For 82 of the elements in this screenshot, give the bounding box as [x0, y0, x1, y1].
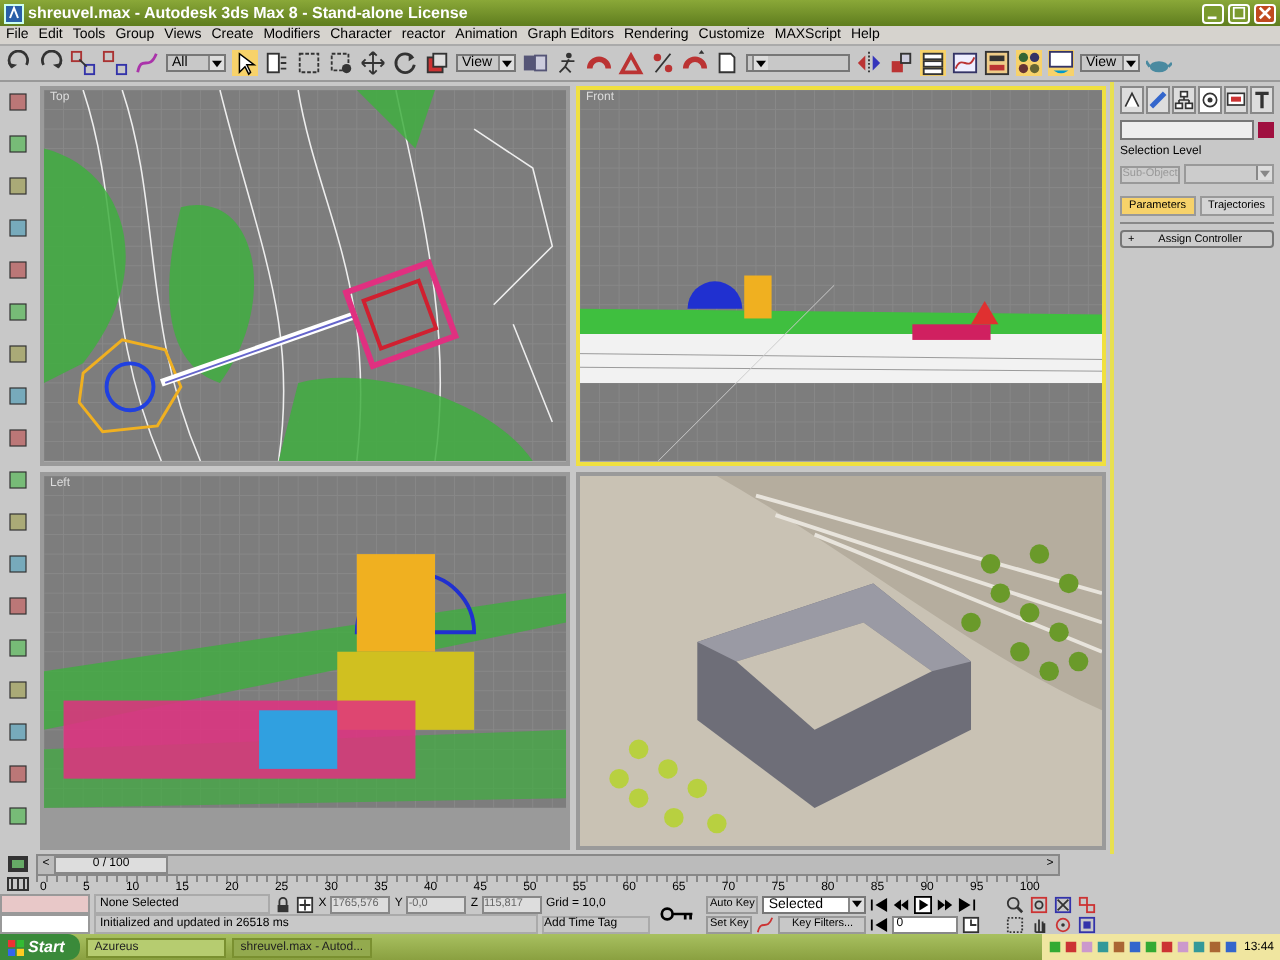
tool-icon[interactable]	[6, 174, 30, 198]
caret-icon	[212, 59, 222, 67]
pivot-center-icon[interactable]	[522, 50, 548, 76]
script-output-field[interactable]	[0, 914, 90, 934]
move-icon[interactable]	[360, 50, 386, 76]
hierarchy-tab-icon[interactable]	[1172, 86, 1196, 114]
schematic-view-icon[interactable]	[984, 50, 1010, 76]
play-icon[interactable]	[914, 895, 933, 913]
figure-icon[interactable]	[554, 50, 580, 76]
rotate-icon[interactable]	[392, 50, 418, 76]
caret-icon	[756, 59, 766, 67]
unlink-icon[interactable]	[102, 50, 128, 76]
close-icon	[1258, 6, 1272, 20]
modify-tab-icon[interactable]	[1146, 86, 1170, 114]
key-curve-icon[interactable]	[756, 915, 775, 933]
object-color-swatch[interactable]	[1258, 122, 1274, 138]
motion-tab-icon[interactable]	[1198, 86, 1222, 114]
caret-icon	[1260, 169, 1270, 177]
app-icon	[4, 3, 24, 23]
tool-icon[interactable]	[6, 342, 30, 366]
maximize-icon	[1232, 6, 1246, 20]
tool-icon[interactable]	[6, 384, 30, 408]
tool-icon[interactable]	[6, 552, 30, 576]
layer-manager-icon[interactable]	[920, 50, 946, 76]
maximize-button[interactable]	[1228, 3, 1250, 23]
time-configuration-icon[interactable]	[962, 915, 981, 933]
create-tab-icon[interactable]	[1120, 86, 1144, 114]
window-title: shreuvel.max - Autodesk 3ds Max 8 - Stand-alone License	[28, 4, 468, 22]
select-by-name-icon[interactable]	[264, 50, 290, 76]
link-icon[interactable]	[70, 50, 96, 76]
minimize-button[interactable]	[1202, 3, 1224, 23]
scale-icon[interactable]	[424, 50, 450, 76]
key-mode-toggle-icon[interactable]	[870, 915, 889, 933]
tool-icon[interactable]	[6, 720, 30, 744]
utilities-tab-icon[interactable]	[1250, 86, 1274, 114]
window-crossing-icon[interactable]	[328, 50, 354, 76]
caret-icon	[502, 59, 512, 67]
region-zoom-icon[interactable]	[1006, 915, 1024, 933]
tool-icon[interactable]	[6, 300, 30, 324]
close-button[interactable]	[1254, 3, 1276, 23]
tool-icon[interactable]	[6, 594, 30, 618]
go-to-start-icon[interactable]	[870, 895, 889, 913]
zoom-all-icon[interactable]	[1030, 895, 1048, 913]
tool-icon[interactable]	[6, 468, 30, 492]
object-name-field[interactable]	[1120, 120, 1254, 140]
caret-icon	[852, 900, 863, 908]
tool-icon[interactable]	[6, 762, 30, 786]
lock-icon[interactable]	[274, 895, 293, 913]
pan-hand-icon[interactable]	[1030, 915, 1048, 933]
render-scene-icon[interactable]	[1048, 50, 1074, 76]
sub-object-dropdown[interactable]	[1184, 164, 1274, 184]
tool-icon[interactable]	[6, 636, 30, 660]
caret-icon	[1126, 59, 1136, 67]
align-icon[interactable]	[888, 50, 914, 76]
mirror-icon[interactable]	[856, 50, 882, 76]
tool-icon[interactable]	[6, 216, 30, 240]
zoom-extents-icon[interactable]	[1054, 895, 1072, 913]
start-button[interactable]: Start	[0, 934, 81, 960]
tool-icon[interactable]	[6, 258, 30, 282]
zoom-icon[interactable]	[1006, 895, 1024, 913]
script-listener-field[interactable]	[0, 894, 90, 914]
curve-editor-icon[interactable]	[952, 50, 978, 76]
key-icon[interactable]	[660, 904, 696, 924]
windows-flag-icon	[8, 939, 24, 955]
tool-icon[interactable]	[6, 678, 30, 702]
maximize-viewport-icon[interactable]	[1078, 915, 1096, 933]
tool-icon[interactable]	[6, 426, 30, 450]
tool-icon[interactable]	[6, 510, 30, 534]
mini-listener-icon[interactable]	[6, 852, 30, 876]
track-bar-icon[interactable]	[6, 872, 30, 896]
select-arrow-icon[interactable]	[232, 50, 258, 76]
material-editor-icon[interactable]	[1016, 50, 1042, 76]
transform-mode-icon[interactable]	[296, 895, 315, 913]
angle-snap-icon[interactable]	[618, 50, 644, 76]
percent-snap-icon[interactable]	[650, 50, 676, 76]
go-to-end-icon[interactable]	[958, 895, 977, 913]
zoom-extents-all-icon[interactable]	[1078, 895, 1096, 913]
rectangle-selection-icon[interactable]	[296, 50, 322, 76]
tool-icon[interactable]	[6, 90, 30, 114]
tool-icon[interactable]	[6, 804, 30, 828]
tool-icon[interactable]	[6, 132, 30, 156]
display-tab-icon[interactable]	[1224, 86, 1248, 114]
